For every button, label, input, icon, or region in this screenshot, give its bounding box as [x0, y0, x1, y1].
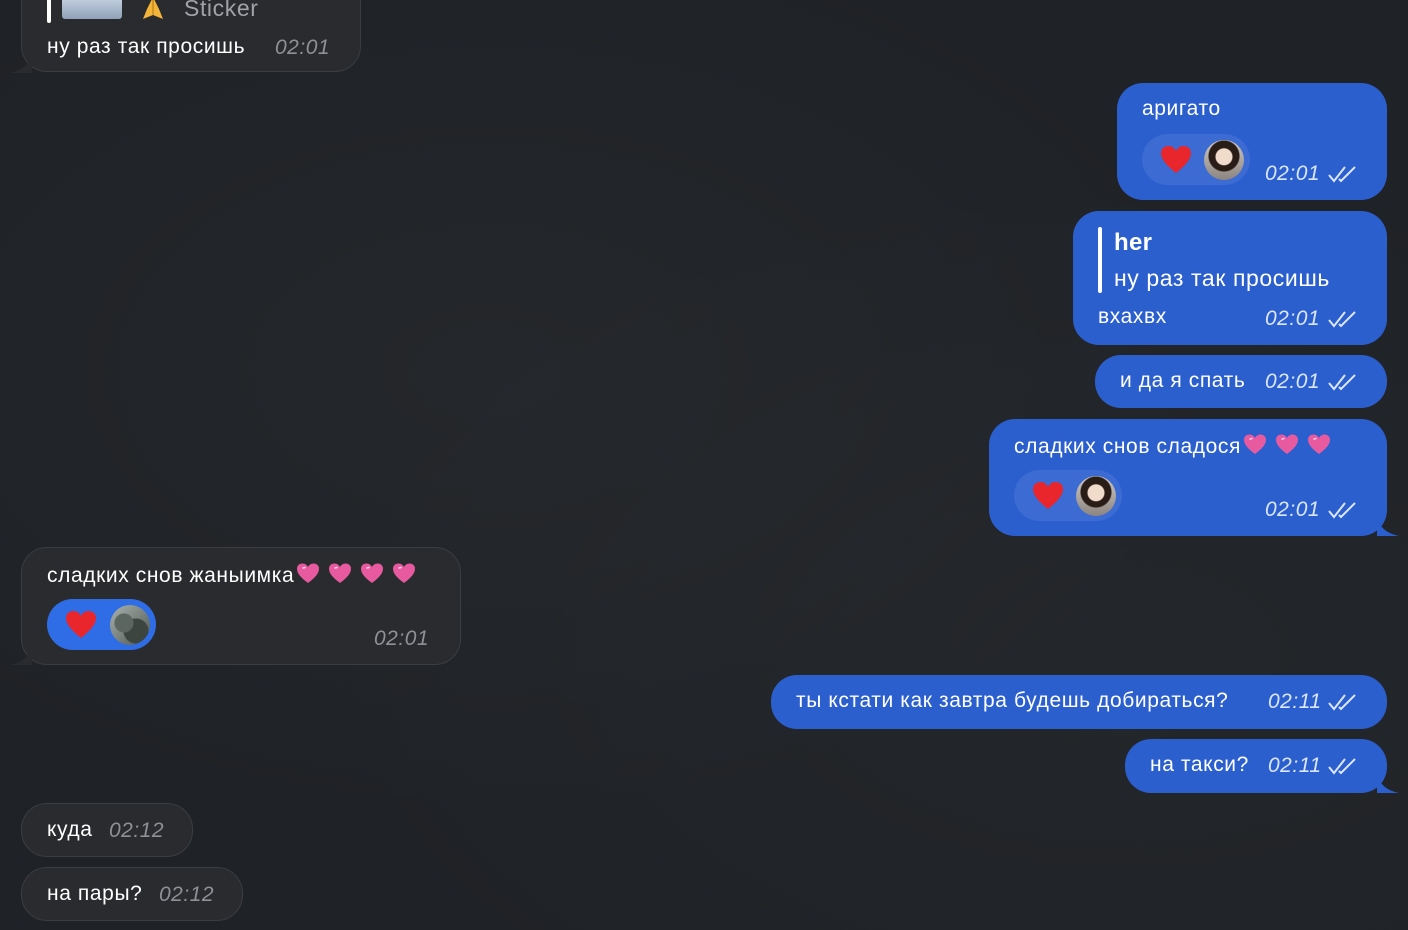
message-text: и да я спать: [1120, 369, 1246, 392]
reply-author: her: [1114, 229, 1153, 256]
message-time: 02:01: [1265, 162, 1321, 185]
double-check-icon: [1328, 502, 1356, 519]
bubble-tail: [1377, 516, 1399, 536]
pink-heart-icon: [1275, 434, 1298, 454]
message-bubble-outgoing[interactable]: her ну раз так просишь вхахвх 02:01: [1073, 211, 1387, 345]
reactor-avatar: [1076, 476, 1116, 516]
reactor-avatar: [1204, 140, 1244, 180]
double-check-icon: [1328, 311, 1356, 328]
message-text: на такси?: [1150, 753, 1249, 776]
message-bubble-outgoing[interactable]: сладких снов сладося 02:01: [989, 419, 1399, 536]
message-time: 02:11: [1268, 754, 1322, 777]
pink-heart-icon: [297, 563, 320, 583]
reply-quote-bar: [47, 0, 51, 23]
message-bubble-incoming[interactable]: куда 02:12: [21, 803, 193, 857]
message-text: вхахвх: [1098, 305, 1167, 328]
double-check-icon: [1328, 166, 1356, 183]
message-time: 02:01: [1265, 307, 1321, 330]
message-text-content: сладких снов сладося: [1014, 435, 1241, 458]
reactor-avatar: [110, 605, 150, 645]
message-text: куда: [47, 818, 93, 841]
message-bubble-incoming[interactable]: сладких снов жаныимка 02:01: [10, 547, 461, 665]
message-bubble-outgoing[interactable]: ты кстати как завтра будешь добираться? …: [771, 675, 1387, 729]
red-heart-icon: [66, 611, 96, 638]
reply-text: ну раз так просишь: [1114, 265, 1330, 291]
chat-area: Sticker ну раз так просишь 02:01 аригато…: [0, 0, 1408, 930]
message-time: 02:11: [1268, 690, 1322, 713]
message-bubble-outgoing[interactable]: и да я спать 02:01: [1095, 355, 1387, 408]
reaction-pill[interactable]: [47, 599, 156, 650]
message-text: ну раз так просишь: [47, 35, 246, 58]
message-time: 02:01: [1265, 370, 1321, 393]
reaction-pill[interactable]: [1014, 470, 1122, 521]
bubble-tail: [10, 645, 32, 665]
bubble-tail: [10, 53, 32, 73]
reaction-pill[interactable]: [1142, 134, 1250, 185]
bubble-tail: [1377, 773, 1399, 793]
reply-quote-bar: [1098, 227, 1102, 293]
reply-preview-label: Sticker: [184, 0, 259, 21]
double-check-icon: [1328, 374, 1356, 391]
message-time: 02:01: [374, 627, 430, 650]
double-check-icon: [1328, 758, 1356, 775]
message-bubble-outgoing[interactable]: аригато 02:01: [1117, 83, 1387, 200]
red-heart-icon: [1033, 482, 1063, 509]
message-time: 02:01: [275, 36, 331, 59]
message-text-content: сладких снов жаныимка: [47, 564, 295, 587]
message-text: аригато: [1142, 97, 1221, 120]
pink-heart-icon: [361, 563, 384, 583]
message-bubble-incoming[interactable]: Sticker ну раз так просишь 02:01: [10, 0, 361, 73]
red-heart-icon: [1161, 146, 1191, 173]
message-text: ты кстати как завтра будешь добираться?: [796, 689, 1229, 712]
double-check-icon: [1328, 694, 1356, 711]
message-time: 02:12: [109, 819, 165, 842]
message-text: сладких снов жаныимка: [47, 562, 416, 588]
pink-heart-icon: [329, 563, 352, 583]
message-bubble-outgoing[interactable]: на такси? 02:11: [1125, 739, 1399, 793]
reply-sticker-thumbnail: [62, 0, 122, 19]
message-text: на пары?: [47, 882, 143, 905]
folded-hands-icon: [138, 0, 168, 23]
message-time: 02:12: [159, 883, 215, 906]
pink-heart-icon: [1307, 434, 1330, 454]
pink-heart-icon: [393, 563, 416, 583]
message-time: 02:01: [1265, 498, 1321, 521]
message-bubble-incoming[interactable]: на пары? 02:12: [21, 867, 243, 921]
message-text: сладких снов сладося: [1014, 433, 1331, 459]
pink-heart-icon: [1243, 434, 1266, 454]
